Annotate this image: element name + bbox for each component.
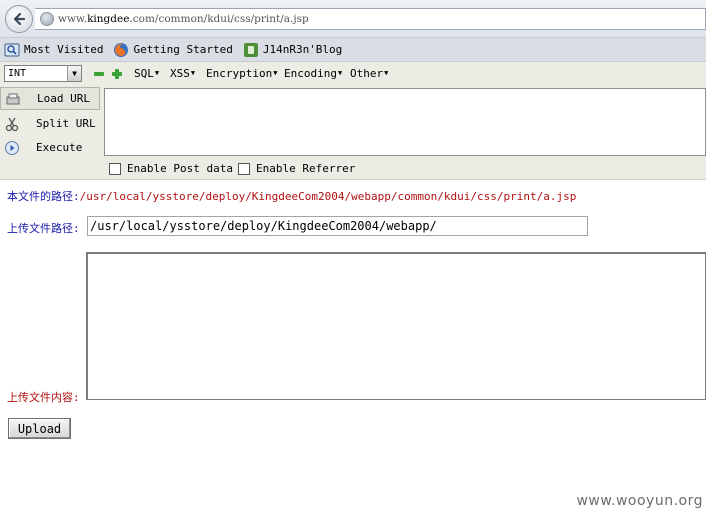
watermark: www.wooyun.org — [576, 493, 703, 509]
menu-xss[interactable]: XSS▼ — [170, 67, 195, 80]
chevron-down-icon: ▼ — [67, 66, 81, 81]
plus-icon[interactable] — [111, 68, 123, 80]
type-select[interactable]: INT ▼ — [4, 65, 82, 82]
back-arrow-icon — [13, 12, 26, 26]
file-path-label: 本文件的路径: — [7, 190, 80, 203]
upload-content-label: 上传文件内容: — [7, 391, 80, 404]
checkbox-box[interactable] — [238, 162, 250, 175]
evernote-icon — [243, 42, 258, 57]
url-bar[interactable]: www.kingdee.com/common/kdui/css/print/a.… — [35, 8, 706, 30]
menu-encoding[interactable]: Encoding▼ — [284, 67, 342, 80]
enable-referrer-checkbox[interactable]: Enable Referrer — [238, 162, 355, 175]
play-icon — [5, 140, 19, 155]
enable-post-checkbox[interactable]: Enable Post data — [109, 162, 233, 175]
load-url-icon — [6, 93, 20, 104]
menu-sql[interactable]: SQL▼ — [134, 67, 159, 80]
execute-button[interactable]: Execute — [0, 136, 100, 159]
url-text[interactable]: www.kingdee.com/common/kdui/css/print/a.… — [58, 13, 309, 25]
file-path-line: 本文件的路径:/usr/local/ysstore/deploy/Kingdee… — [7, 188, 576, 204]
globe-icon — [40, 12, 54, 26]
bookmark-most-visited[interactable]: Most Visited — [4, 42, 103, 58]
most-visited-icon — [4, 43, 20, 56]
minus-icon[interactable] — [93, 68, 105, 80]
file-path-value: /usr/local/ysstore/deploy/KingdeeCom2004… — [79, 190, 577, 203]
back-button[interactable] — [5, 5, 33, 33]
upload-path-label: 上传文件路径: — [7, 222, 80, 235]
split-url-button[interactable]: Split URL — [0, 112, 100, 135]
firefox-icon — [114, 42, 129, 57]
browser-address-area: www.kingdee.com/common/kdui/css/print/a.… — [0, 0, 706, 38]
bookmarks-toolbar: Most Visited Getting Started J14nR3n'Blo… — [0, 38, 706, 62]
upload-content-textarea[interactable] — [86, 252, 706, 400]
hackbar-url-textarea[interactable] — [104, 88, 706, 156]
hackbar-body: Load URL Split URL Execute Enable Post d… — [0, 86, 706, 180]
upload-path-input[interactable]: /usr/local/ysstore/deploy/KingdeeCom2004… — [87, 216, 588, 236]
menu-other[interactable]: Other▼ — [350, 67, 388, 80]
hackbar-toolbar: INT ▼ SQL▼ XSS▼ Encryption▼ Encoding▼ Ot… — [0, 62, 706, 86]
checkbox-box[interactable] — [109, 162, 121, 175]
upload-button[interactable]: Upload — [8, 418, 71, 439]
scissors-icon — [5, 117, 19, 131]
bookmark-getting-started[interactable]: Getting Started — [113, 42, 233, 58]
bookmark-blog[interactable]: J14nR3n'Blog — [243, 42, 342, 58]
menu-encryption[interactable]: Encryption▼ — [206, 67, 277, 80]
load-url-button[interactable]: Load URL — [0, 87, 100, 110]
